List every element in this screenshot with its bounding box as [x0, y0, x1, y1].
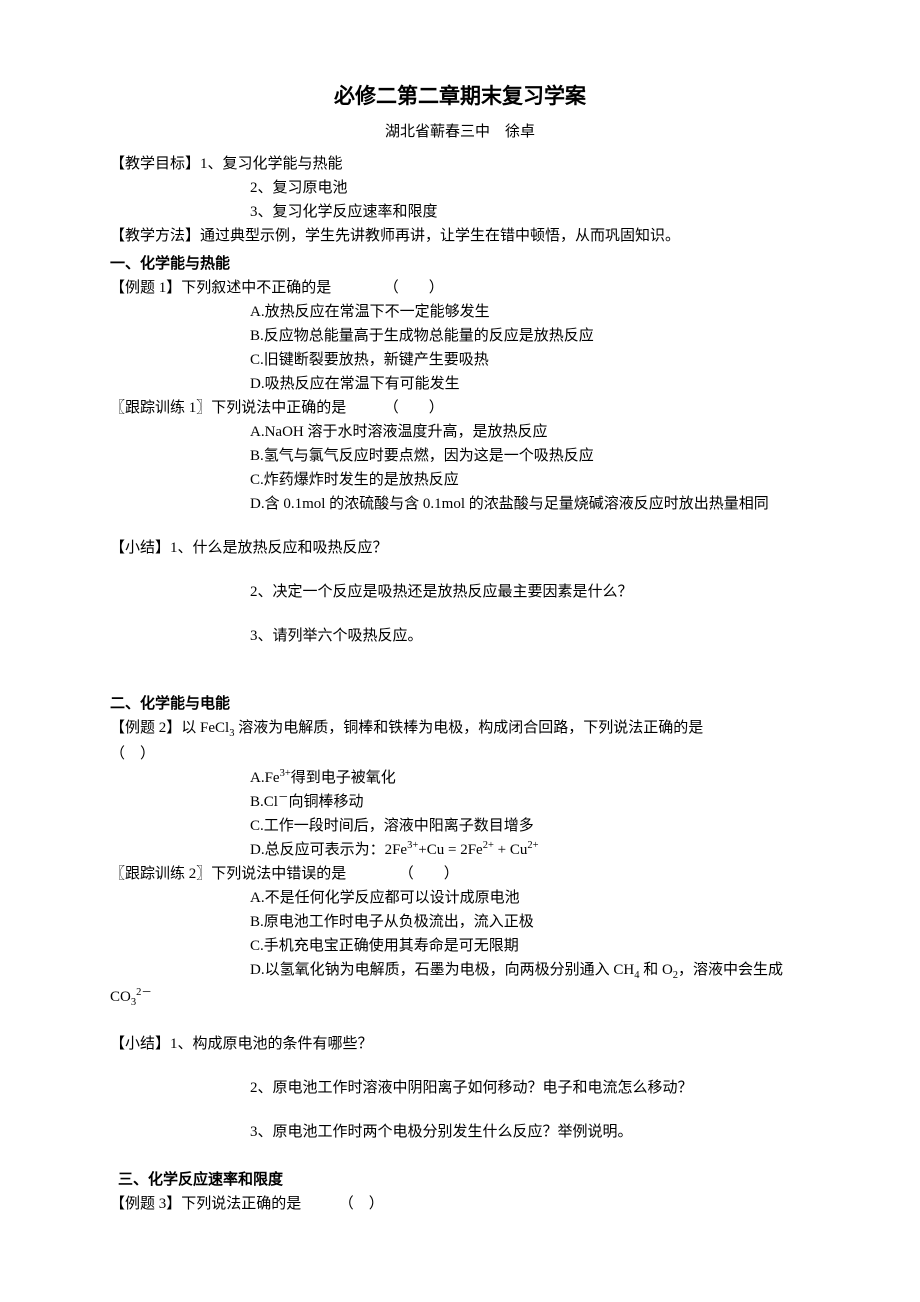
- example-2-opt-c: C.工作一段时间后，溶液中阳离子数目增多: [110, 814, 810, 838]
- superscript-3plus: 3+: [280, 768, 291, 779]
- example-3-label: 【例题 3】: [110, 1196, 181, 1212]
- section-3-head: 三、化学反应速率和限度: [110, 1168, 810, 1192]
- example-2-opt-a-post: 得到电子被氧化: [291, 770, 396, 786]
- method-line: 【教学方法】通过典型示例，学生先讲教师再讲，让学生在错中顿悟，从而巩固知识。: [110, 224, 810, 248]
- example-3-stem: 【例题 3】下列说法正确的是 （ ）: [110, 1192, 810, 1216]
- example-2-stem-line-1: 【例题 2】以 FeCl3 溶液为电解质，铜棒和铁棒为电极，构成闭合回路，下列说…: [110, 716, 810, 743]
- followup-2-opt-d-pre: D.以氢氧化钠为电解质，石墨为电极，向两极分别通入 CH: [250, 962, 634, 978]
- followup-1-opt-a: A.NaOH 溶于水时溶液温度升高，是放热反应: [110, 420, 810, 444]
- example-2-opt-b-post: 向铜棒移动: [288, 794, 363, 810]
- superscript-2plus: 2+: [483, 840, 494, 851]
- example-1-opt-d: D.吸热反应在常温下有可能发生: [110, 372, 810, 396]
- subscript-3-b: 3: [131, 997, 136, 1008]
- example-2-stem-line-2: （ ）: [110, 742, 810, 766]
- example-2-pre: 以 FeCl: [181, 720, 229, 736]
- summary-1-item-1: 1、什么是放热反应和吸热反应？: [170, 540, 388, 556]
- example-1-text: 下列叙述中不正确的是 （ ）: [181, 280, 444, 296]
- example-1-opt-c: C.旧键断裂要放热，新键产生要吸热: [110, 348, 810, 372]
- example-1-opt-a: A.放热反应在常温下不一定能够发生: [110, 300, 810, 324]
- goals-line-1: 【教学目标】1、复习化学能与热能: [110, 152, 810, 176]
- followup-2-opt-d-l2-pre: CO: [110, 989, 131, 1005]
- followup-1-stem: 〖跟踪训练 1〗下列说法中正确的是 （ ）: [110, 396, 810, 420]
- goals-item-3: 3、复习化学反应速率和限度: [110, 200, 810, 224]
- summary-2-label: 【小结】: [110, 1036, 170, 1052]
- followup-1-opt-c: C.炸药爆炸时发生的是放热反应: [110, 468, 810, 492]
- summary-1-item-3: 3、请列举六个吸热反应。: [110, 624, 810, 648]
- superscript-2plus-2: 2+: [527, 840, 538, 851]
- example-2-opt-d-pre: D.总反应可表示为：2Fe: [250, 842, 407, 858]
- summary-1-label: 【小结】: [110, 540, 170, 556]
- goals-label: 【教学目标】: [110, 156, 200, 172]
- superscript-2minus: 2－: [136, 987, 152, 998]
- page-title: 必修二第二章期末复习学案: [110, 80, 810, 114]
- summary-1-item-2: 2、决定一个反应是吸热还是放热反应最主要因素是什么？: [110, 580, 810, 604]
- followup-2-opt-d-line-2: CO32－: [110, 985, 810, 1012]
- section-1-head: 一、化学能与热能: [110, 252, 810, 276]
- summary-2-line-1: 【小结】1、构成原电池的条件有哪些？: [110, 1032, 810, 1056]
- example-1-stem: 【例题 1】下列叙述中不正确的是 （ ）: [110, 276, 810, 300]
- followup-2-opt-a: A.不是任何化学反应都可以设计成原电池: [110, 886, 810, 910]
- section-2-head: 二、化学能与电能: [110, 692, 810, 716]
- goals-item-2: 2、复习原电池: [110, 176, 810, 200]
- example-2-opt-d-mid2: + Cu: [494, 842, 527, 858]
- followup-1-text: 下列说法中正确的是 （ ）: [211, 400, 444, 416]
- summary-2-item-2: 2、原电池工作时溶液中阴阳离子如何移动？电子和电流怎么移动？: [110, 1076, 810, 1100]
- followup-2-stem: 〖跟踪训练 2〗下列说法中错误的是 （ ）: [110, 862, 810, 886]
- example-2-opt-b: B.Cl－向铜棒移动: [110, 790, 810, 814]
- goals-item-1: 1、复习化学能与热能: [200, 156, 343, 172]
- example-2-label: 【例题 2】: [110, 720, 181, 736]
- superscript-minus: －: [278, 792, 289, 803]
- example-2-opt-b-pre: B.Cl: [250, 794, 278, 810]
- method-text: 通过典型示例，学生先讲教师再讲，让学生在错中顿悟，从而巩固知识。: [200, 228, 680, 244]
- example-1-label: 【例题 1】: [110, 280, 181, 296]
- followup-1-label: 〖跟踪训练 1〗: [110, 400, 211, 416]
- summary-1-line-1: 【小结】1、什么是放热反应和吸热反应？: [110, 536, 810, 560]
- followup-2-label: 〖跟踪训练 2〗: [110, 866, 211, 882]
- author-line: 湖北省蕲春三中 徐卓: [110, 120, 810, 144]
- example-3-text: 下列说法正确的是 （ ）: [181, 1196, 384, 1212]
- followup-1-opt-b: B.氢气与氯气反应时要点燃，因为这是一个吸热反应: [110, 444, 810, 468]
- followup-2-text: 下列说法中错误的是 （ ）: [211, 866, 459, 882]
- superscript-3plus-2: 3+: [407, 840, 418, 851]
- example-2-opt-d: D.总反应可表示为：2Fe3++Cu = 2Fe2+ + Cu2+: [110, 838, 810, 862]
- example-1-opt-b: B.反应物总能量高于生成物总能量的反应是放热反应: [110, 324, 810, 348]
- followup-2-opt-b: B.原电池工作时电子从负极流出，流入正极: [110, 910, 810, 934]
- example-2-opt-a: A.Fe3+得到电子被氧化: [110, 766, 810, 790]
- summary-2-item-3: 3、原电池工作时两个电极分别发生什么反应？举例说明。: [110, 1120, 810, 1144]
- followup-2-opt-d-post: ，溶液中会生成: [678, 962, 783, 978]
- followup-2-opt-c: C.手机充电宝正确使用其寿命是可无限期: [110, 934, 810, 958]
- example-2-post: 溶液为电解质，铜棒和铁棒为电极，构成闭合回路，下列说法正确的是: [234, 720, 703, 736]
- summary-2-item-1: 1、构成原电池的条件有哪些？: [170, 1036, 373, 1052]
- method-label: 【教学方法】: [110, 228, 200, 244]
- followup-2-opt-d-line-1: D.以氢氧化钠为电解质，石墨为电极，向两极分别通入 CH4 和 O2，溶液中会生…: [110, 958, 810, 985]
- followup-1-opt-d: D.含 0.1mol 的浓硫酸与含 0.1mol 的浓盐酸与足量烧碱溶液反应时放…: [110, 492, 810, 516]
- example-2-opt-a-pre: A.Fe: [250, 770, 280, 786]
- example-2-opt-d-mid1: +Cu = 2Fe: [418, 842, 482, 858]
- followup-2-opt-d-mid: 和 O: [639, 962, 672, 978]
